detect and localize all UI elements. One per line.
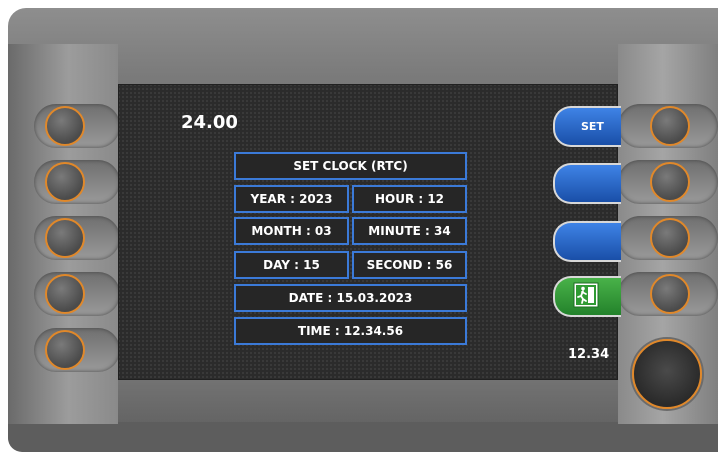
softkey-2[interactable] xyxy=(553,163,621,204)
left-hardware-button-2[interactable] xyxy=(45,162,85,202)
bottom-readout: 12.34 xyxy=(568,347,610,362)
exit-softkey[interactable] xyxy=(553,276,621,317)
left-hardware-button-3[interactable] xyxy=(45,218,85,258)
right-hardware-button-3[interactable] xyxy=(650,218,690,258)
set-softkey-label: SET xyxy=(581,120,604,133)
left-hardware-button-5[interactable] xyxy=(45,330,85,370)
device-frame: 24.00 SET CLOCK (RTC) YEAR : 2023 HOUR :… xyxy=(0,0,718,459)
rotary-knob[interactable] xyxy=(632,339,702,409)
hour-field[interactable]: HOUR : 12 xyxy=(352,185,467,213)
month-field[interactable]: MONTH : 03 xyxy=(234,217,349,245)
top-readout: 24.00 xyxy=(181,112,238,133)
minute-field[interactable]: MINUTE : 34 xyxy=(352,217,467,245)
panel-title: SET CLOCK (RTC) xyxy=(234,152,467,180)
right-hardware-button-4[interactable] xyxy=(650,274,690,314)
day-field[interactable]: DAY : 15 xyxy=(234,251,349,279)
time-display: TIME : 12.34.56 xyxy=(234,317,467,345)
left-hardware-button-1[interactable] xyxy=(45,106,85,146)
year-field[interactable]: YEAR : 2023 xyxy=(234,185,349,213)
set-softkey[interactable]: SET xyxy=(553,106,621,147)
left-hardware-button-4[interactable] xyxy=(45,274,85,314)
bezel-bottom-strip xyxy=(8,422,718,452)
right-hardware-button-1[interactable] xyxy=(650,106,690,146)
right-hardware-button-2[interactable] xyxy=(650,162,690,202)
softkey-3[interactable] xyxy=(553,221,621,262)
exit-door-icon xyxy=(573,282,599,311)
second-field[interactable]: SECOND : 56 xyxy=(352,251,467,279)
date-display: DATE : 15.03.2023 xyxy=(234,284,467,312)
